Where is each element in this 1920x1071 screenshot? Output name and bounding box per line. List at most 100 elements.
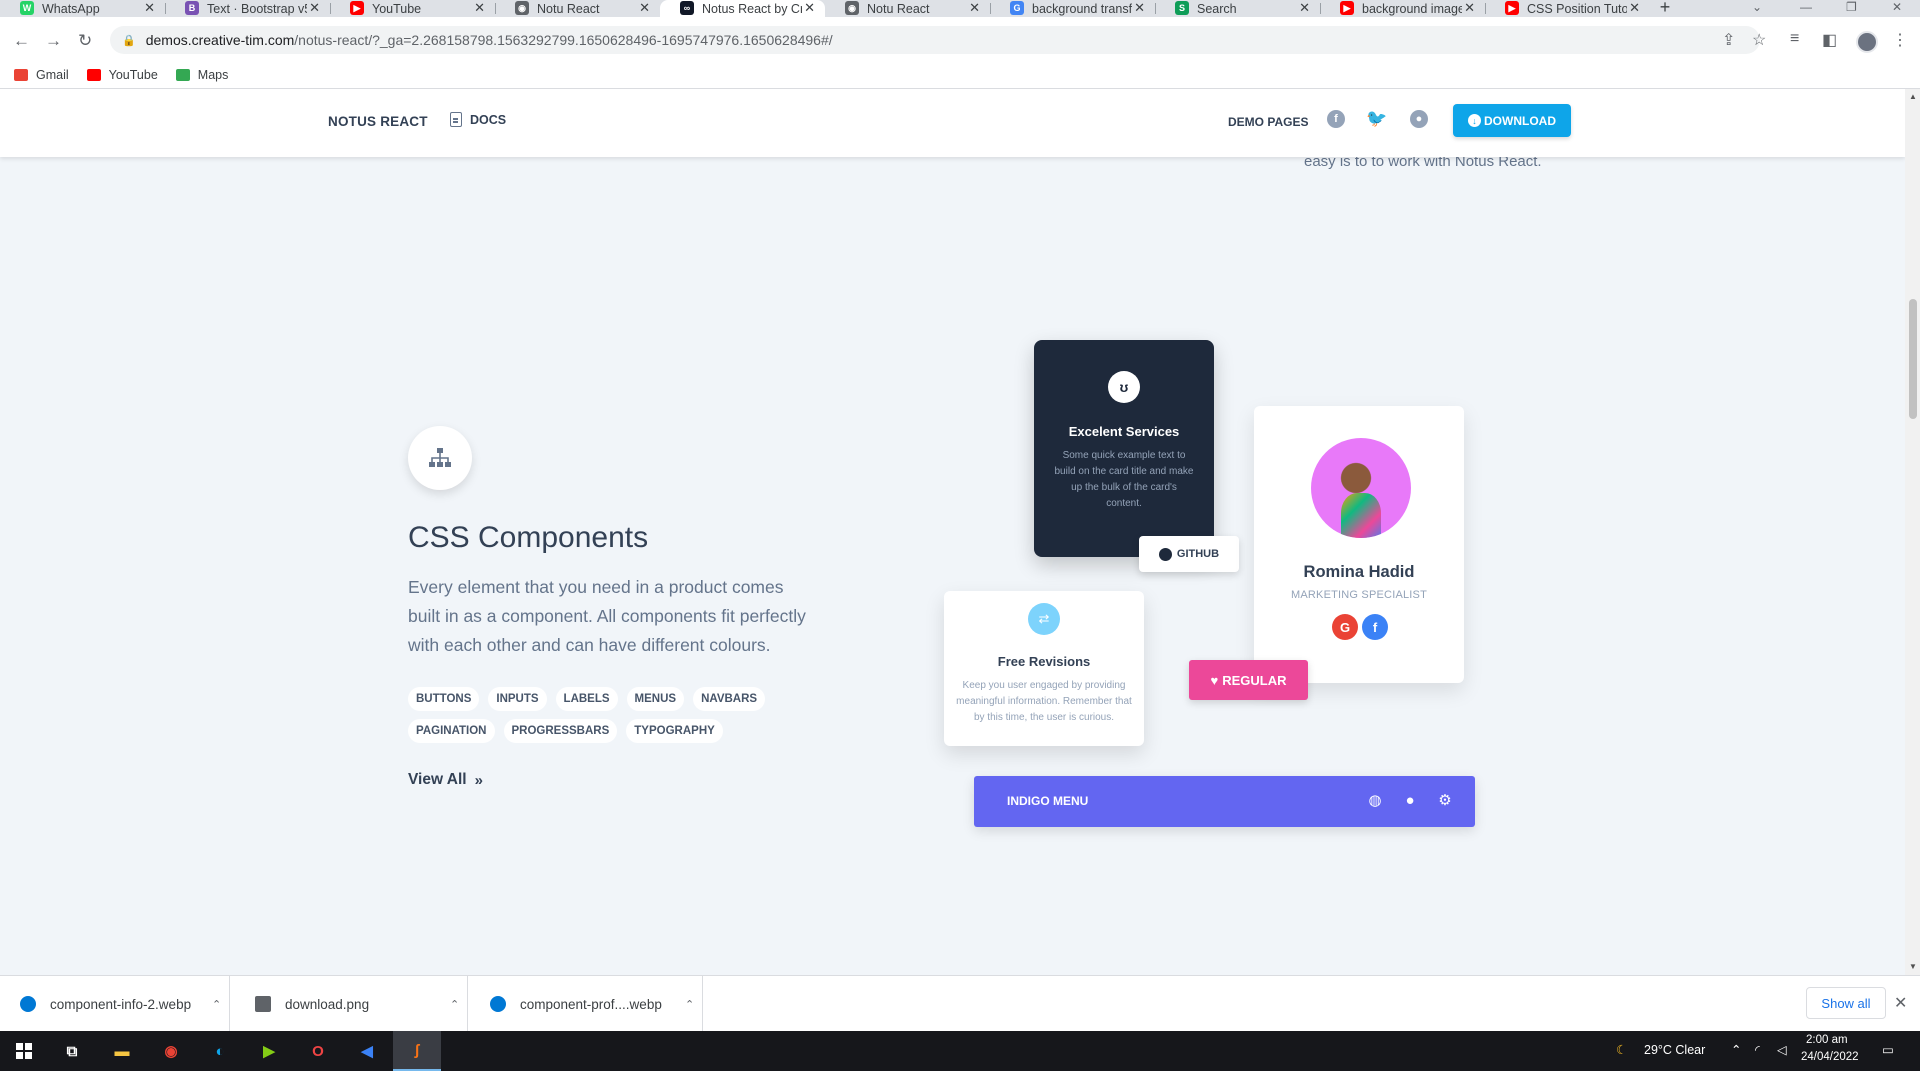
download-item[interactable]: download.png ⌃	[235, 976, 468, 1032]
volume-icon[interactable]: ◁	[1777, 1042, 1787, 1057]
facebook-icon[interactable]: f	[1327, 110, 1345, 128]
edge-icon[interactable]: ◐	[206, 1037, 234, 1065]
chrome-icon[interactable]: ◉	[157, 1037, 185, 1065]
scroll-down-arrow[interactable]: ▼	[1909, 962, 1917, 971]
browser-tab[interactable]: W WhatsApp ✕	[0, 0, 165, 17]
download-shelf: component-info-2.webp ⌃ download.png ⌃ c…	[0, 975, 1920, 1032]
bookmark-gmail[interactable]: Gmail	[14, 68, 69, 82]
docs-link[interactable]: DOCS	[450, 112, 506, 127]
close-tab-icon[interactable]: ✕	[1134, 0, 1145, 16]
download-item[interactable]: component-info-2.webp ⌃	[0, 976, 230, 1032]
windows-start-icon[interactable]	[10, 1037, 38, 1065]
browser-tab[interactable]: B Text · Bootstrap v5 ✕	[165, 0, 330, 17]
scroll-thumb[interactable]	[1909, 299, 1917, 419]
minimize-button[interactable]: —	[1800, 0, 1812, 14]
document-icon	[450, 112, 462, 127]
profile-card: Romina Hadid MARKETING SPECIALIST G f	[1254, 406, 1464, 683]
close-tab-icon[interactable]: ✕	[474, 0, 485, 16]
browser-tab[interactable]: Gbackground transf ✕	[990, 0, 1155, 17]
chevron-up-icon[interactable]: ⌃	[450, 998, 459, 1011]
avatar	[1311, 438, 1411, 538]
close-tab-icon[interactable]: ✕	[969, 0, 980, 16]
file-explorer-icon[interactable]: ▬	[108, 1037, 136, 1065]
show-all-button[interactable]: Show all	[1806, 987, 1886, 1019]
download-button[interactable]: ↓ DOWNLOAD	[1453, 104, 1571, 137]
tag-chip: MENUS	[626, 687, 685, 711]
browser-tab[interactable]: ▶ YouTube ✕	[330, 0, 495, 17]
close-tab-icon[interactable]: ✕	[804, 0, 815, 16]
bookmark-star-icon[interactable]: ☆	[1752, 30, 1766, 50]
vscode-icon[interactable]: ◀	[353, 1037, 381, 1065]
close-tab-icon[interactable]: ✕	[309, 0, 320, 16]
browser-tab[interactable]: ◉ Notu React ✕	[825, 0, 990, 17]
close-tab-icon[interactable]: ✕	[1629, 0, 1640, 16]
edge-file-icon	[490, 996, 506, 1012]
chevron-up-icon[interactable]: ⌃	[212, 998, 221, 1011]
google-icon: G	[1010, 1, 1024, 15]
weather-icon[interactable]: ☾	[1616, 1042, 1627, 1057]
brand-link[interactable]: NOTUS REACT	[328, 114, 428, 129]
download-item[interactable]: component-prof....webp ⌃	[470, 976, 703, 1032]
browser-tab[interactable]: ▶ CSS Position Tutor ✕	[1485, 0, 1650, 17]
download-icon: ↓	[1468, 114, 1481, 127]
tag-chip: NAVBARS	[693, 687, 766, 711]
browser-tab[interactable]: ◉ Notu React ✕	[495, 0, 660, 17]
page-scrollbar[interactable]: ▲ ▼	[1905, 89, 1920, 975]
side-panel-icon[interactable]: ◧	[1822, 30, 1837, 50]
menu-icon[interactable]: ⋮	[1892, 30, 1908, 50]
reading-list-icon[interactable]: ≡	[1790, 30, 1799, 48]
close-window-button[interactable]: ✕	[1892, 0, 1902, 14]
browser-tab-active[interactable]: ∞ Notus React by Cre ✕	[660, 0, 825, 17]
task-view-icon[interactable]: ⧉	[58, 1037, 86, 1065]
globe-icon[interactable]: ◍	[1367, 793, 1383, 809]
browser-tab[interactable]: S Search ✕	[1155, 0, 1320, 17]
weather-status[interactable]: 29°C Clear	[1644, 1043, 1705, 1057]
active-app-icon[interactable]: ʃ	[393, 1031, 441, 1071]
lock-icon[interactable]: 🔒	[122, 34, 136, 47]
bookmark-youtube[interactable]: YouTube	[86, 68, 158, 82]
tag-chip: PAGINATION	[408, 719, 495, 743]
section-description: Every element that you need in a product…	[408, 577, 806, 655]
new-tab-button[interactable]: +	[1650, 0, 1680, 16]
address-bar[interactable]: 🔒 demos.creative-tim.com/notus-react/?_g…	[110, 26, 1760, 54]
close-tab-icon[interactable]: ✕	[1299, 0, 1310, 16]
twitter-icon[interactable]: 🐦	[1366, 109, 1387, 128]
close-tab-icon[interactable]: ✕	[639, 0, 650, 16]
user-icon[interactable]: ●	[1402, 793, 1418, 809]
github-icon[interactable]: ●	[1410, 110, 1428, 128]
scroll-up-arrow[interactable]: ▲	[1909, 92, 1917, 101]
bookmarks-bar: Gmail YouTube Maps	[0, 62, 1920, 88]
profile-avatar[interactable]	[1856, 31, 1878, 53]
view-all-link[interactable]: View All»	[408, 771, 483, 789]
regular-button[interactable]: ♥ REGULAR	[1189, 660, 1308, 700]
clock-date[interactable]: 24/04/2022	[1801, 1051, 1859, 1063]
chevron-up-icon[interactable]: ⌃	[1731, 1042, 1741, 1057]
reload-icon[interactable]: ↻	[78, 31, 92, 51]
double-chevron-right-icon: »	[474, 771, 483, 789]
restore-button[interactable]: ❐	[1846, 0, 1857, 14]
tab-search-icon[interactable]: ⌄	[1752, 0, 1762, 14]
close-tab-icon[interactable]: ✕	[1464, 0, 1475, 16]
globe-icon: ◉	[845, 1, 859, 15]
share-icon[interactable]: ⇪	[1722, 30, 1735, 50]
menu-label[interactable]: INDIGO MENU	[1007, 794, 1088, 808]
close-icon[interactable]: ✕	[1894, 993, 1907, 1013]
notifications-icon[interactable]: ▭	[1882, 1042, 1894, 1057]
wifi-icon[interactable]: ◜	[1755, 1042, 1760, 1057]
opera-icon[interactable]: O	[304, 1037, 332, 1065]
close-tab-icon[interactable]: ✕	[144, 0, 155, 16]
browser-tab[interactable]: ▶ background image ✕	[1320, 0, 1485, 17]
media-app-icon[interactable]: ▶	[255, 1037, 283, 1065]
google-icon[interactable]: G	[1332, 614, 1358, 640]
bookmark-maps[interactable]: Maps	[175, 68, 228, 82]
clock-time[interactable]: 2:00 am	[1806, 1034, 1848, 1046]
demo-pages-dropdown[interactable]: DEMO PAGES	[1228, 115, 1308, 129]
search-site-icon: S	[1175, 1, 1189, 15]
award-icon: ʊ	[1108, 371, 1140, 403]
back-icon[interactable]: ←	[13, 31, 30, 51]
chevron-up-icon[interactable]: ⌃	[685, 998, 694, 1011]
forward-icon[interactable]: →	[45, 31, 62, 51]
facebook-icon[interactable]: f	[1362, 614, 1388, 640]
gear-icon[interactable]: ⚙	[1437, 793, 1453, 809]
github-button[interactable]: GITHUB	[1139, 536, 1239, 572]
